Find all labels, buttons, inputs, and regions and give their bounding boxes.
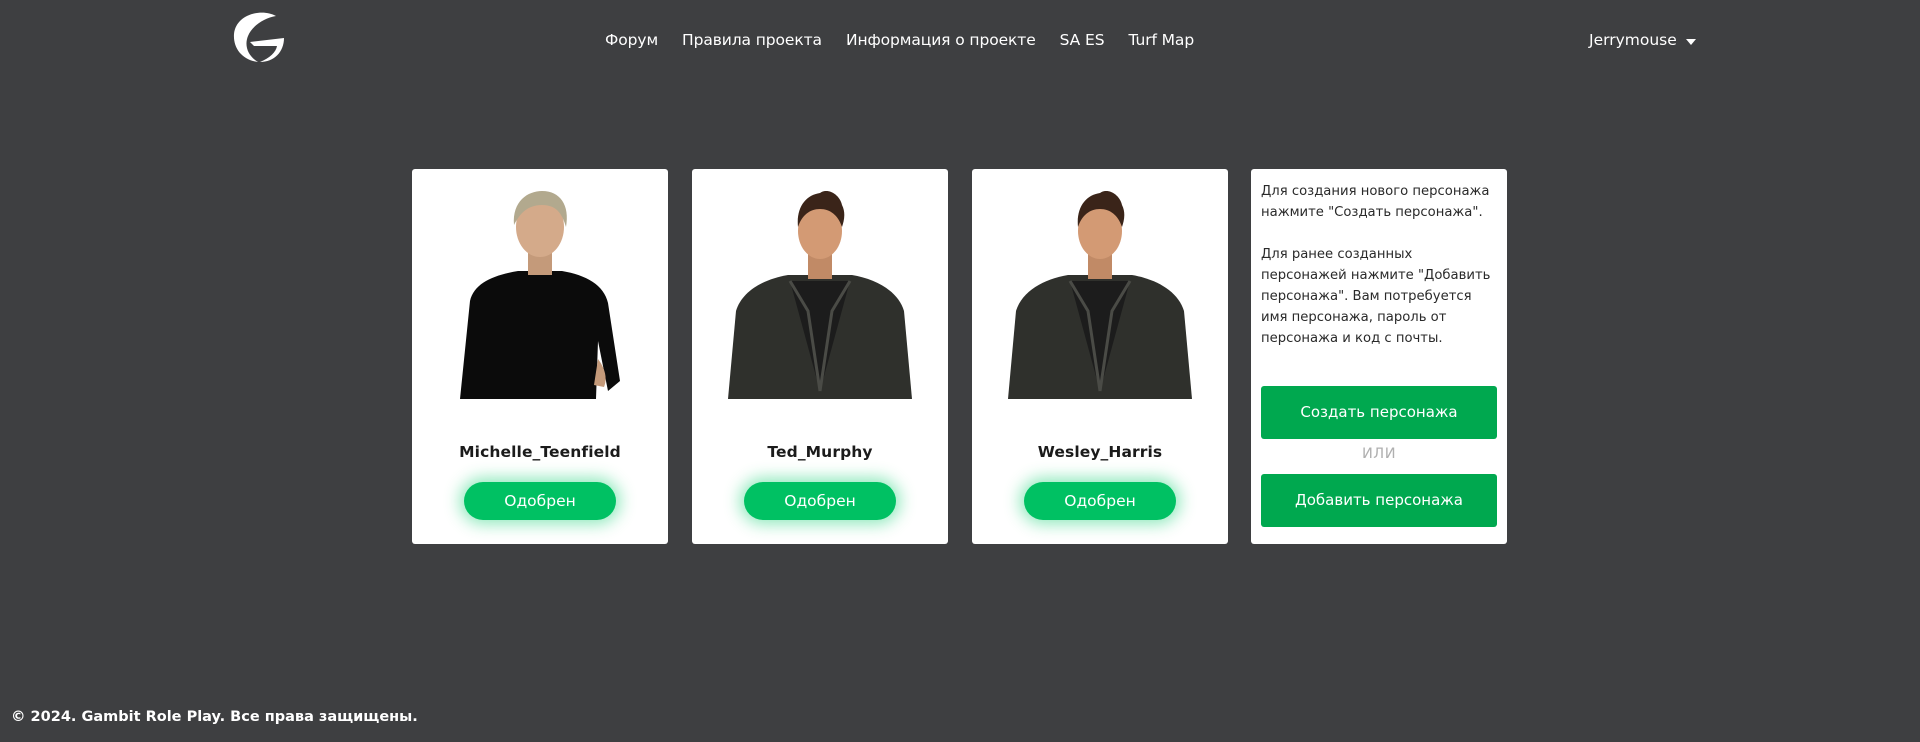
- male-character-avatar: [728, 191, 912, 399]
- create-instructions: Для создания нового персонажа нажмите "С…: [1261, 184, 1490, 220]
- user-name: Jerrymouse: [1589, 31, 1677, 49]
- user-menu[interactable]: Jerrymouse: [1589, 28, 1696, 52]
- status-approved-button[interactable]: Одобрен: [464, 482, 616, 520]
- nav-turf-map[interactable]: Turf Map: [1128, 28, 1194, 52]
- female-character-avatar: [460, 191, 620, 399]
- character-name: Michelle_Teenfield: [459, 443, 621, 461]
- status-approved-button[interactable]: Одобрен: [1024, 482, 1176, 520]
- add-instructions: Для ранее созданных персонажей нажмите "…: [1261, 247, 1491, 346]
- main-nav: Форум Правила проекта Информация о проек…: [605, 28, 1218, 52]
- instructions-text: Для создания нового персонажа нажмите "С…: [1261, 181, 1497, 349]
- character-name: Ted_Murphy: [767, 443, 873, 461]
- character-actions-card: Для создания нового персонажа нажмите "С…: [1251, 169, 1507, 544]
- chevron-down-icon: [1685, 38, 1696, 45]
- character-card: Wesley_Harris Одобрен: [972, 169, 1228, 544]
- nav-sa-es[interactable]: SA ES: [1060, 28, 1105, 52]
- add-character-button[interactable]: Добавить персонажа: [1261, 474, 1497, 527]
- nav-rules[interactable]: Правила проекта: [682, 28, 822, 52]
- gambit-logo-icon[interactable]: [230, 10, 288, 64]
- character-card: Michelle_Teenfield Одобрен: [412, 169, 668, 544]
- status-approved-button[interactable]: Одобрен: [744, 482, 896, 520]
- character-name: Wesley_Harris: [1037, 443, 1163, 461]
- character-card: Ted_Murphy Одобрен: [692, 169, 948, 544]
- create-character-button[interactable]: Создать персонажа: [1261, 386, 1497, 439]
- or-divider: ИЛИ: [1361, 446, 1397, 462]
- male-character-avatar: [1008, 191, 1192, 399]
- footer-copyright: © 2024. Gambit Role Play. Все права защи…: [11, 709, 418, 725]
- nav-forum[interactable]: Форум: [605, 28, 658, 52]
- nav-project-info[interactable]: Информация о проекте: [846, 28, 1036, 52]
